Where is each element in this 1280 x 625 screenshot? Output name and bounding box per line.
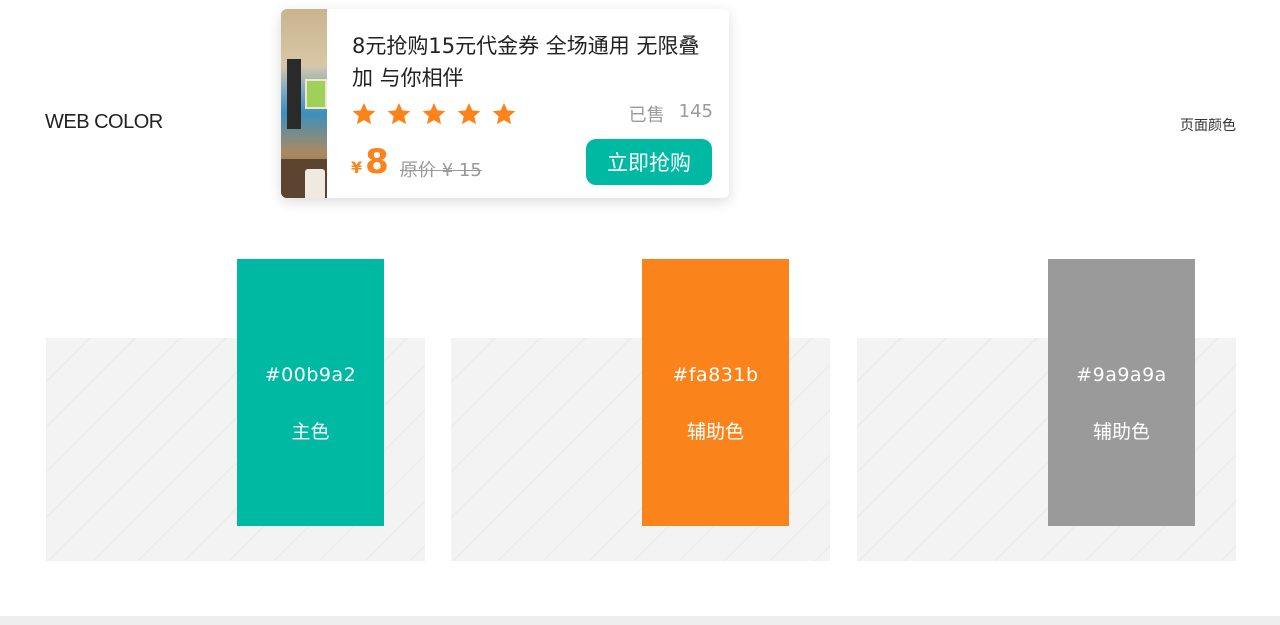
- rating-stars: [351, 101, 517, 127]
- web-color-title: WEB COLOR: [45, 111, 163, 133]
- swatch-hex: #00b9a2: [264, 364, 357, 386]
- star-icon: [457, 102, 481, 125]
- coupon-thumbnail[interactable]: [281, 9, 327, 198]
- color-swatch-accent: #fa831b 辅助色: [642, 259, 789, 526]
- thumbnail-pillar: [287, 59, 301, 129]
- page-color-title: 页面颜色: [1180, 118, 1236, 134]
- original-price: 原价 ¥ 15: [400, 160, 482, 181]
- currency-symbol: ¥: [351, 158, 363, 177]
- thumbnail-chair: [305, 169, 325, 198]
- bottom-divider: [0, 616, 1280, 625]
- star-icon: [387, 102, 411, 125]
- color-swatch-primary: #00b9a2 主色: [237, 259, 384, 526]
- sold-label: 已售: [628, 105, 665, 126]
- color-swatch-neutral: #9a9a9a 辅助色: [1048, 259, 1195, 526]
- coupon-price: ¥ 8: [351, 142, 389, 182]
- coupon-title[interactable]: 8元抢购15元代金券 全场通用 无限叠加 与你相伴: [352, 30, 717, 94]
- star-icon: [422, 102, 446, 125]
- swatch-hex: #9a9a9a: [1076, 364, 1167, 386]
- swatch-hex: #fa831b: [672, 364, 759, 386]
- sold-number: 145: [678, 101, 713, 122]
- star-icon: [352, 102, 376, 125]
- swatch-role: 辅助色: [686, 421, 744, 443]
- buy-now-button[interactable]: 立即抢购: [586, 139, 712, 185]
- star-icon: [492, 102, 516, 125]
- swatch-role: 辅助色: [1092, 421, 1150, 443]
- coupon-card[interactable]: 8元抢购15元代金券 全场通用 无限叠加 与你相伴 已售 145 ¥ 8 原价 …: [281, 9, 729, 198]
- price-amount: 8: [365, 142, 389, 182]
- sold-count: 已售 145: [629, 101, 713, 127]
- thumbnail-screen: [305, 79, 327, 109]
- swatch-role: 主色: [291, 421, 330, 443]
